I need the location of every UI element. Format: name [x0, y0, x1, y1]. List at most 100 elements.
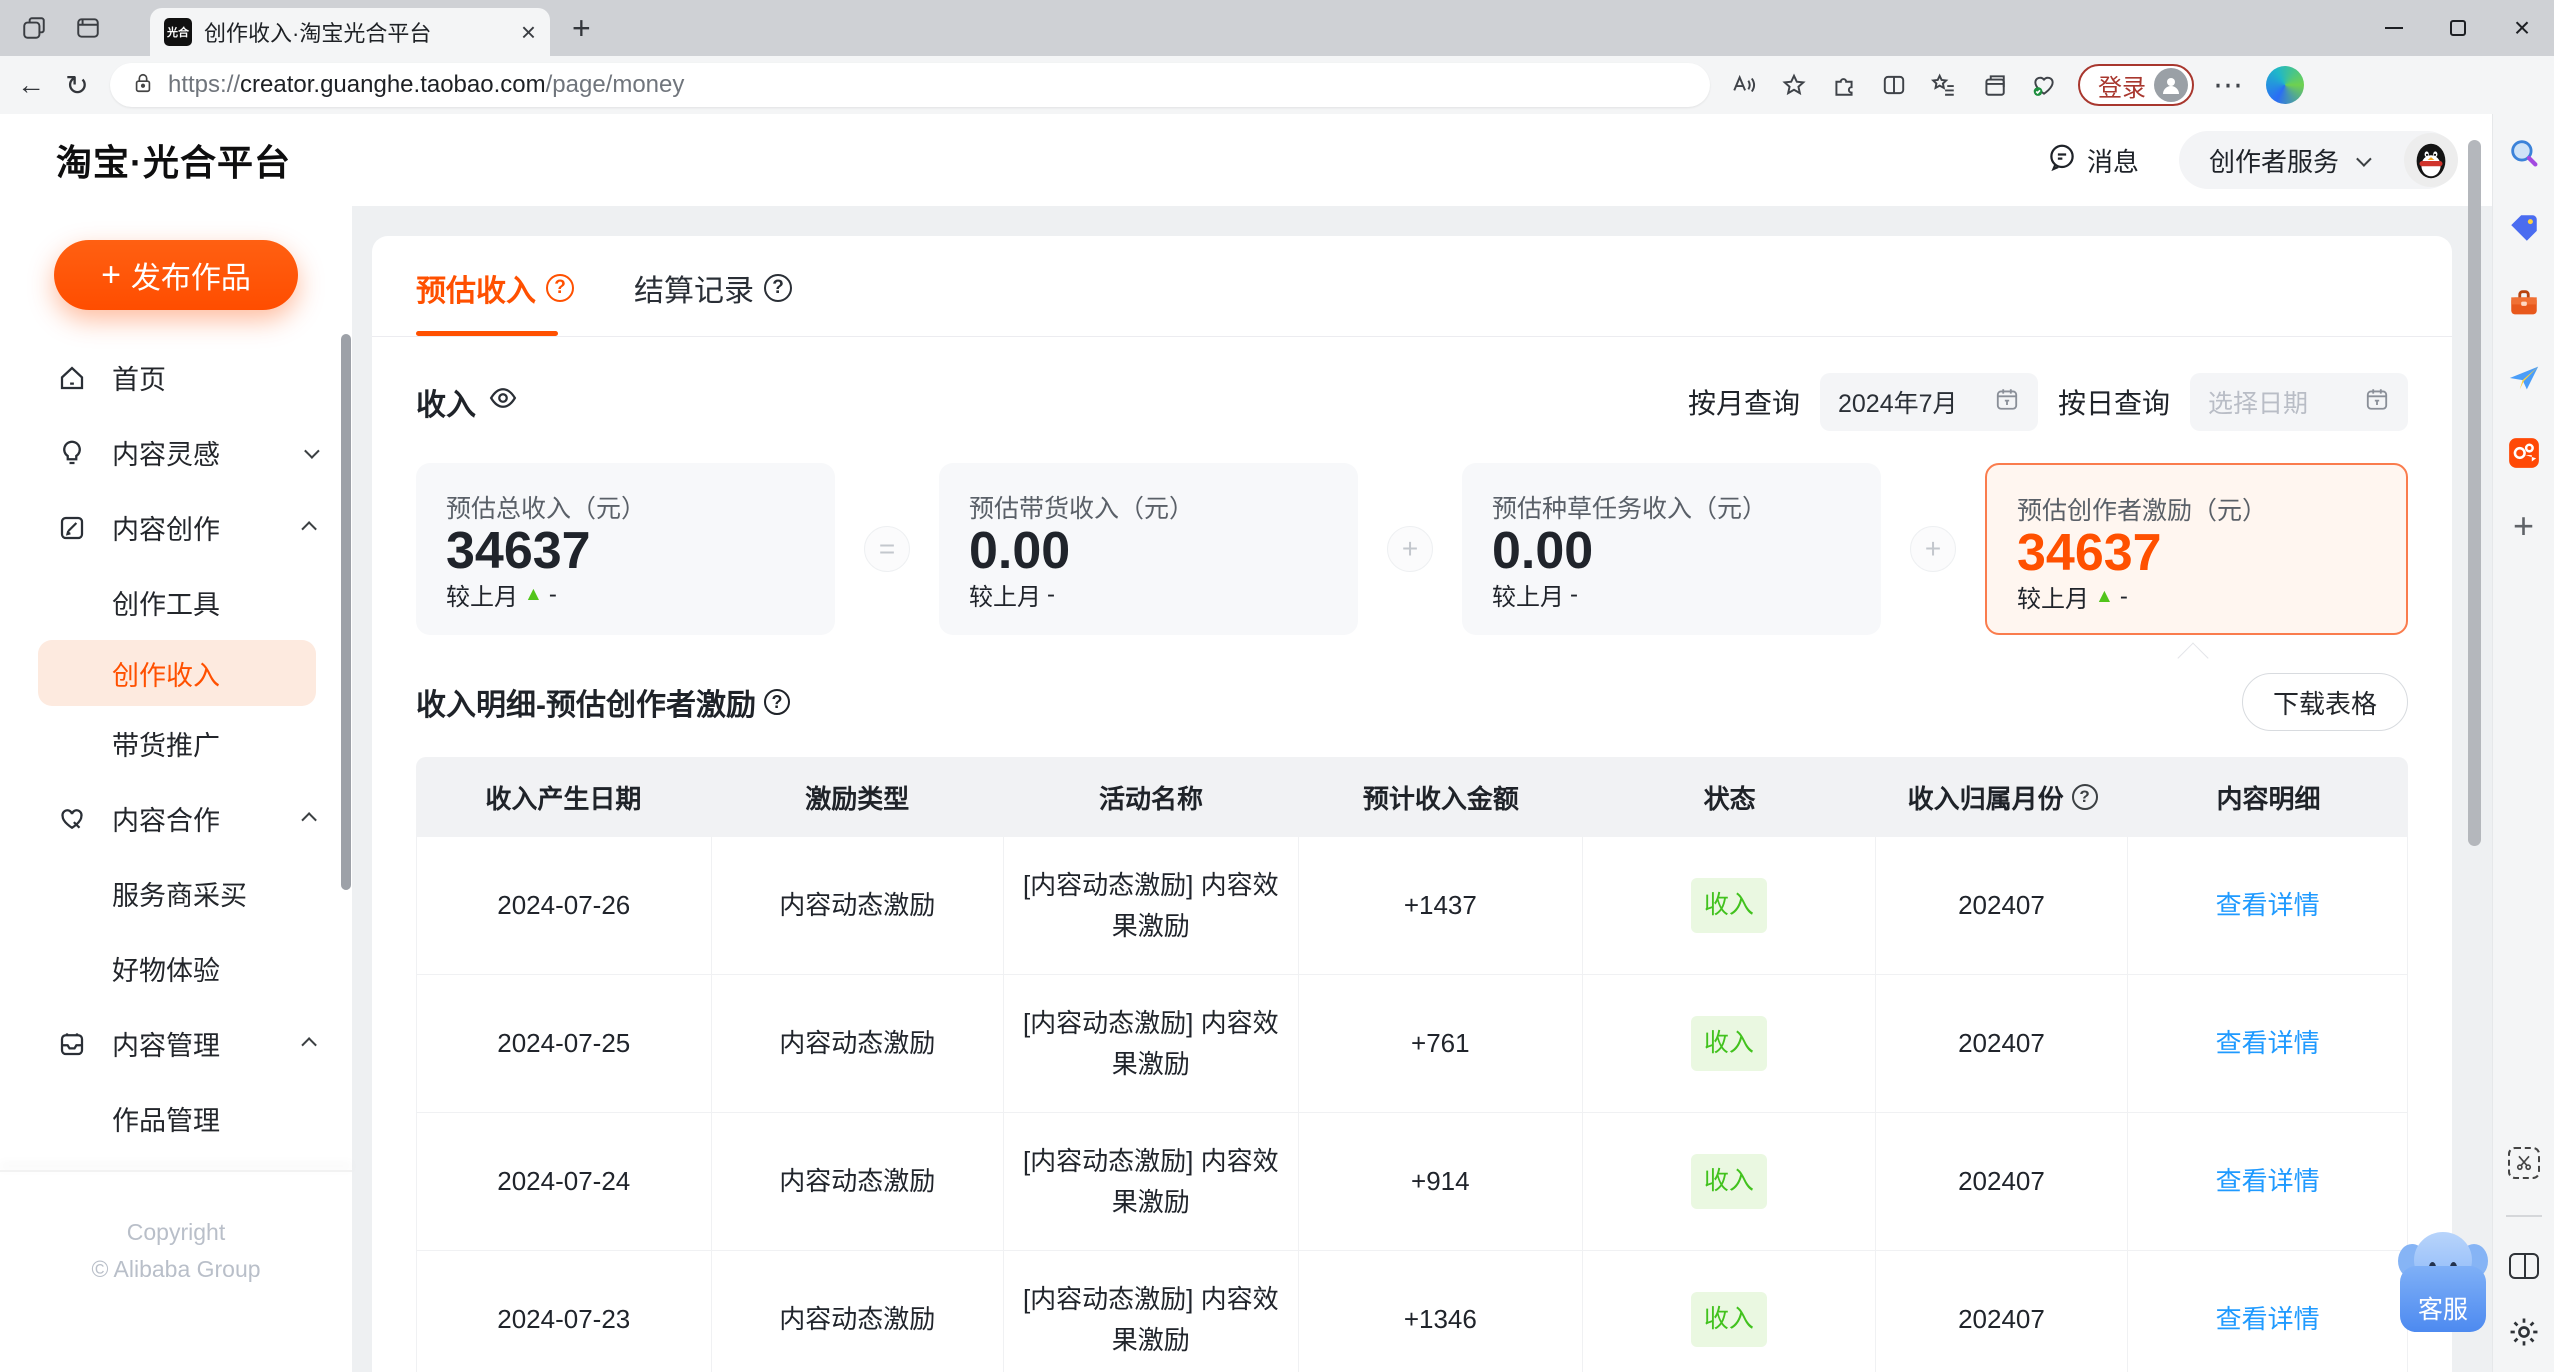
publish-work-button[interactable]: + 发布作品 [54, 240, 298, 310]
help-icon[interactable]: ? [764, 274, 792, 302]
card-label: 预估种草任务收入（元） [1492, 495, 1768, 523]
url-path: /page/money [545, 71, 685, 98]
shopping-tag-icon[interactable] [2507, 211, 2541, 250]
sidebar-item-promotion[interactable]: 带货推广 [0, 706, 352, 781]
income-tabs: 预估收入 ? 结算记录 ? [372, 236, 2452, 337]
sidebar-item-home[interactable]: 首页 [0, 340, 352, 415]
calendar-icon [1994, 386, 2020, 419]
download-table-button[interactable]: 下载表格 [2241, 673, 2408, 731]
chevron-down-icon [2356, 150, 2372, 167]
card-value: 34637 [446, 522, 591, 580]
sidebar-item-service-purchase[interactable]: 服务商采买 [0, 856, 352, 931]
card-sales-income: 预估带货收入（元） 0.00 较上月 - [939, 463, 1358, 635]
messages-button[interactable]: 消息 [2047, 142, 2139, 179]
table-row: 2024-07-24 内容动态激励 [内容动态激励] 内容效果激励 +914 收… [416, 1113, 2408, 1251]
day-picker-placeholder: 选择日期 [2208, 390, 2309, 418]
trend-up-icon: ▲ [524, 583, 543, 605]
site-logo[interactable]: 淘宝·光合平台 [56, 134, 291, 186]
customer-service-button[interactable]: 客服 [2398, 1232, 2488, 1332]
toolbar-actions: 登录 ⋯ [1722, 63, 2314, 107]
add-sidebar-item-icon[interactable]: + [2513, 508, 2534, 544]
add-favorite-star-icon[interactable] [1772, 63, 1816, 107]
view-details-link[interactable]: 查看详情 [2216, 1299, 2320, 1339]
creator-service-menu[interactable]: 创作者服务 [2178, 131, 2458, 189]
collections-icon[interactable] [1972, 63, 2016, 107]
split-screen-icon[interactable] [1872, 63, 1916, 107]
card-seeding-task-income: 预估种草任务收入（元） 0.00 较上月 - [1462, 463, 1881, 635]
read-aloud-icon[interactable] [1722, 63, 1766, 107]
maximize-button[interactable] [2426, 0, 2490, 56]
inbox-icon [56, 1029, 88, 1059]
chevron-up-icon [301, 521, 317, 537]
month-query-label: 按月查询 [1687, 388, 1800, 419]
minimize-button[interactable] [2362, 0, 2426, 56]
tab-settlement-records[interactable]: 结算记录 ? [634, 266, 792, 336]
view-details-link[interactable]: 查看详情 [2216, 1161, 2320, 1201]
sidebar-item-content-management[interactable]: 内容管理 [0, 1006, 352, 1081]
pointer-caret [372, 635, 2452, 674]
card-total-income: 预估总收入（元） 34637 较上月 ▲ - [416, 463, 835, 635]
sidebar-item-goods-trial[interactable]: 好物体验 [0, 931, 352, 1006]
settings-more-icon[interactable]: ⋯ [2206, 63, 2250, 107]
sidebar-scrollbar[interactable] [341, 334, 351, 890]
status-badge: 收入 [1690, 1016, 1767, 1071]
sidebar-item-inspiration[interactable]: 内容灵感 [0, 415, 352, 490]
workspaces-icon[interactable] [14, 8, 54, 48]
new-tab-button[interactable]: + [572, 10, 591, 47]
split-window-icon[interactable] [2508, 1253, 2539, 1279]
table-row: 2024-07-26 内容动态激励 [内容动态激励] 内容效果激励 +1437 … [416, 837, 2408, 975]
screenshot-icon[interactable] [2507, 1147, 2540, 1179]
sidebar-item-creation-tools[interactable]: 创作工具 [0, 565, 352, 640]
back-button[interactable]: ← [8, 69, 54, 101]
help-icon[interactable]: ? [546, 274, 574, 302]
customer-service-label: 客服 [2400, 1266, 2486, 1332]
sidebar-item-creation[interactable]: 内容创作 [0, 490, 352, 565]
paper-plane-icon[interactable] [2507, 361, 2541, 400]
income-header-row: 收入 按月查询 2024年7月 按日查询 选择日期 [416, 373, 2408, 431]
kuaishou-icon[interactable] [2507, 436, 2541, 475]
page-scrollbar[interactable] [2468, 140, 2481, 846]
close-button[interactable]: × [2490, 0, 2554, 56]
tab-actions-icon[interactable] [68, 8, 108, 48]
browser-tab[interactable]: 光合 创作收入·淘宝光合平台 × [150, 8, 550, 56]
rail-divider [2505, 1215, 2542, 1217]
calendar-icon [2364, 386, 2390, 419]
sidebar: + 发布作品 首页 内容灵感 内容创作 创作工具 创作收入 带货推广 内容合作 … [0, 206, 352, 1372]
eye-icon[interactable] [488, 383, 518, 421]
browser-essentials-icon[interactable] [2022, 63, 2066, 107]
tab-estimated-income[interactable]: 预估收入 ? [416, 266, 574, 336]
refresh-button[interactable]: ↻ [54, 69, 100, 102]
copilot-icon[interactable] [2266, 66, 2304, 104]
chevron-down-icon [304, 443, 320, 459]
sidebar-item-label: 内容合作 [112, 806, 220, 836]
sidebar-item-label: 带货推广 [112, 731, 220, 761]
day-query-label: 按日查询 [2057, 388, 2170, 419]
toolbox-icon[interactable] [2507, 286, 2541, 325]
trend-up-icon: ▲ [2095, 585, 2114, 607]
address-bar[interactable]: https://creator.guanghe.taobao.com/page/… [110, 63, 1710, 107]
message-icon [2047, 142, 2077, 179]
help-icon[interactable]: ? [764, 689, 790, 715]
sidebar-item-label: 内容创作 [112, 515, 220, 545]
help-icon[interactable]: ? [2071, 784, 2098, 810]
settings-gear-icon[interactable] [2507, 1315, 2541, 1354]
month-picker[interactable]: 2024年7月 [1819, 373, 2038, 431]
view-details-link[interactable]: 查看详情 [2216, 885, 2320, 925]
card-value: 34637 [2017, 524, 2162, 582]
tab-close-icon[interactable]: × [521, 17, 536, 48]
login-button[interactable]: 登录 [2078, 64, 2194, 106]
income-summary-cards: 预估总收入（元） 34637 较上月 ▲ - = 预估带货收入（元） 0.00 较上… [416, 463, 2408, 635]
sidebar-item-creation-income[interactable]: 创作收入 [38, 640, 316, 706]
sidebar-item-works-management[interactable]: 作品管理 [0, 1081, 352, 1156]
card-value: 0.00 [1492, 522, 1594, 580]
extensions-icon[interactable] [1822, 63, 1866, 107]
messages-label: 消息 [2086, 146, 2139, 177]
day-picker[interactable]: 选择日期 [2190, 373, 2408, 431]
view-details-link[interactable]: 查看详情 [2216, 1023, 2320, 1063]
publish-work-label: 发布作品 [130, 262, 251, 295]
sidebar-item-cooperation[interactable]: 内容合作 [0, 781, 352, 856]
search-icon[interactable] [2507, 136, 2541, 175]
user-avatar[interactable] [2404, 133, 2458, 187]
favorites-icon[interactable] [1922, 63, 1966, 107]
card-label: 预估总收入（元） [446, 495, 647, 523]
